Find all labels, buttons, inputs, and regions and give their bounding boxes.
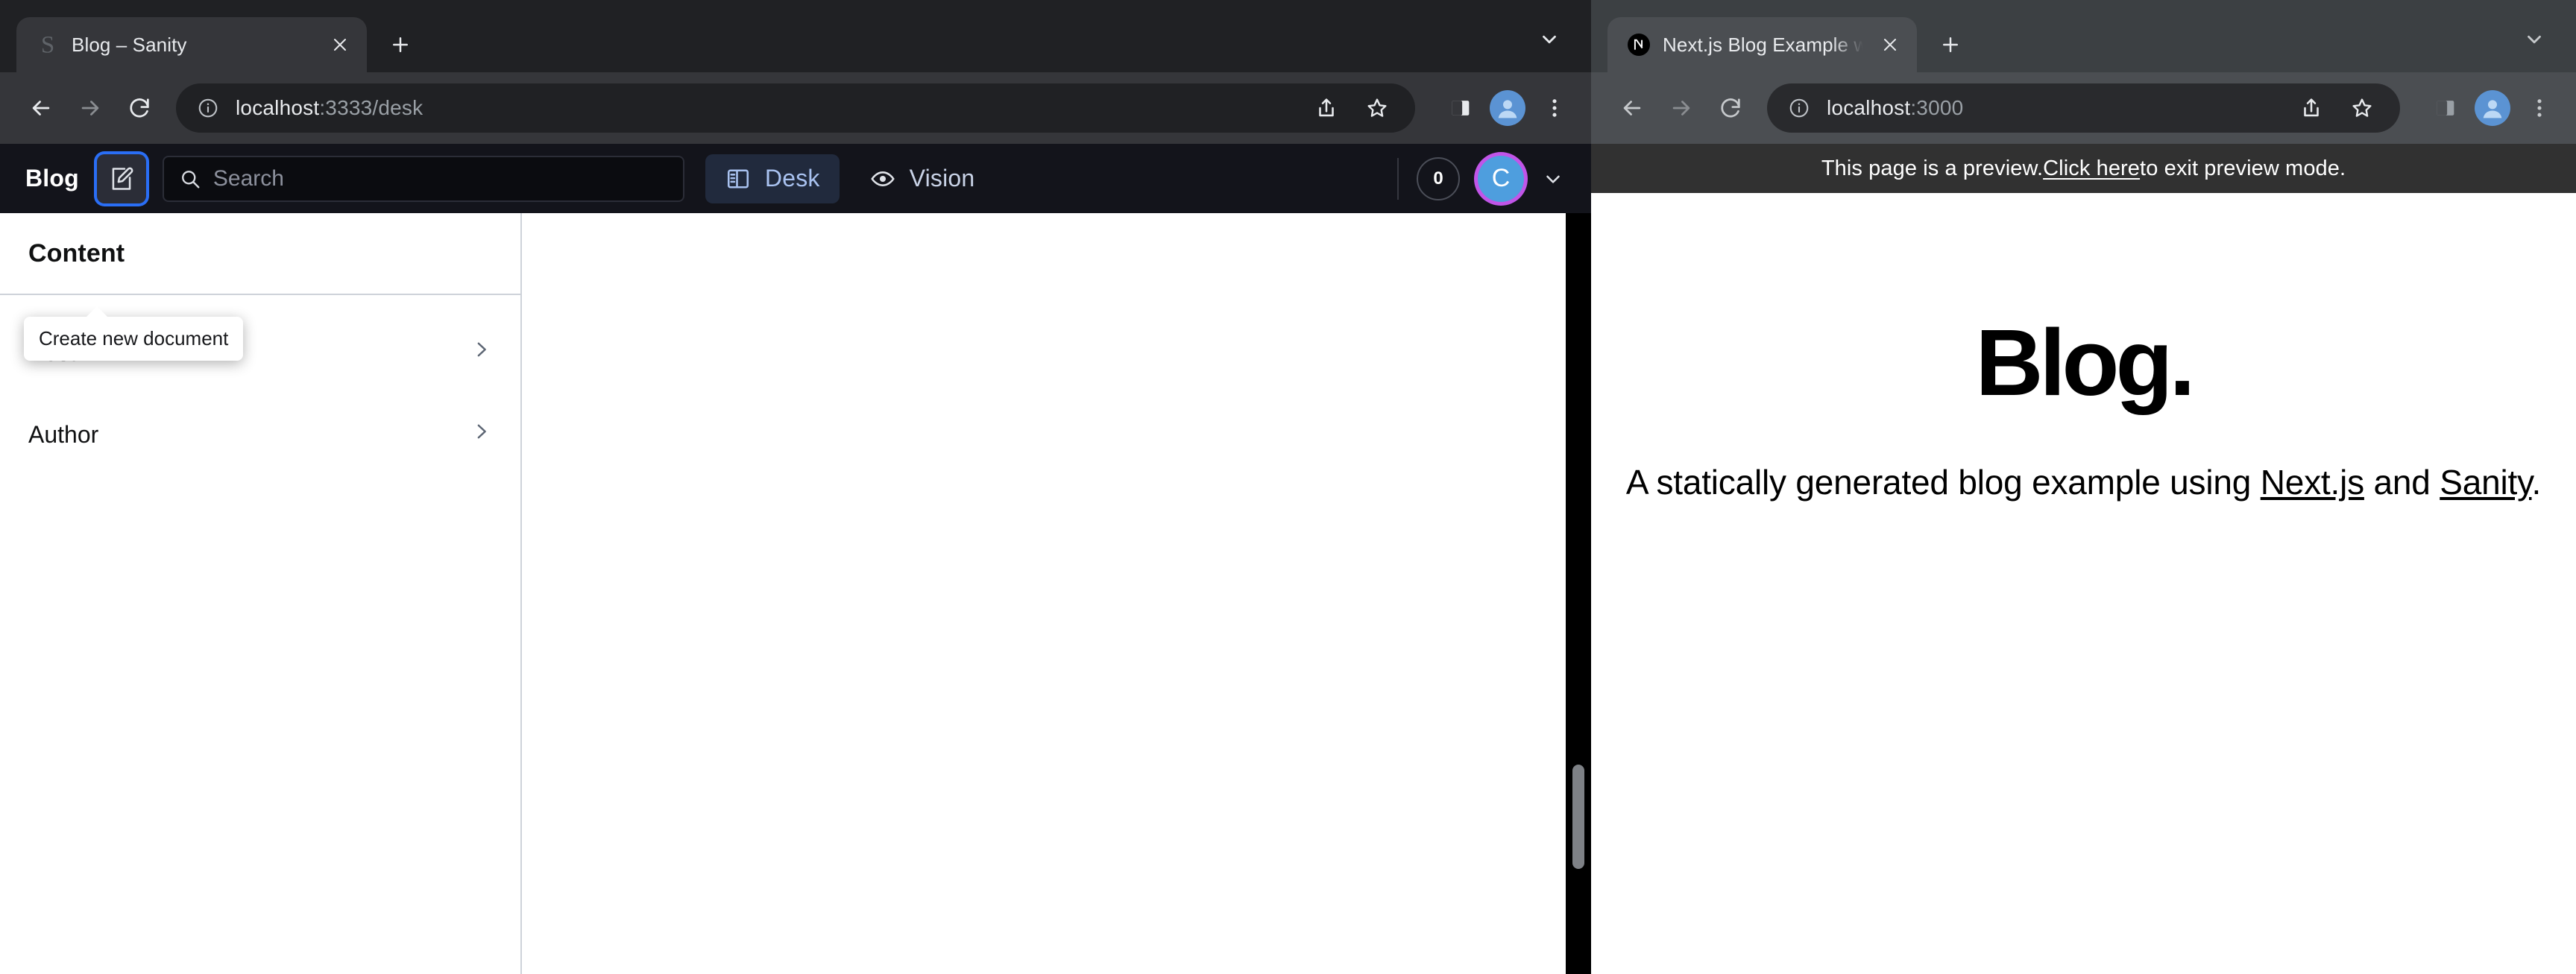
browser-window-right: Next.js Blog Example with Sanit <box>1591 0 2576 974</box>
presence-count-badge[interactable]: 0 <box>1417 156 1460 200</box>
info-circle-icon[interactable] <box>195 95 221 121</box>
chevron-right-icon <box>470 338 492 367</box>
list-item-label: Author <box>28 420 99 448</box>
subtitle-text-middle: and <box>2364 463 2440 502</box>
dual-browser-screen: S Blog – Sanity localhost:3333/desk Blog… <box>0 0 2576 974</box>
more-vert-icon[interactable] <box>1531 85 1578 131</box>
subtitle-text-after: . <box>2531 463 2542 502</box>
studio-brand-logo[interactable]: Blog <box>25 165 79 192</box>
browser-window-left: S Blog – Sanity localhost:3333/desk Blog… <box>0 0 1591 974</box>
close-icon[interactable] <box>324 28 356 61</box>
sanity-link[interactable]: Sanity <box>2440 463 2531 502</box>
tab-vision-label: Vision <box>909 165 975 192</box>
preview-banner-text-before: This page is a preview. <box>1821 156 2044 180</box>
profile-avatar-icon[interactable] <box>2475 90 2510 126</box>
tab-title: Blog – Sanity <box>72 33 187 56</box>
bookmark-star-icon[interactable] <box>1354 85 1400 131</box>
reload-icon[interactable] <box>116 85 163 131</box>
back-icon[interactable] <box>18 85 64 131</box>
profile-avatar-icon[interactable] <box>1490 90 1525 126</box>
share-icon[interactable] <box>1303 85 1350 131</box>
content-type-list: Post Author <box>0 295 520 974</box>
close-icon[interactable] <box>1874 28 1906 61</box>
tab-strip-left: S Blog – Sanity <box>0 0 1591 72</box>
studio-tabs: Desk Vision <box>705 154 995 203</box>
preview-mode-banner: This page is a preview. Click here to ex… <box>1591 144 2576 193</box>
new-tab-button[interactable] <box>1927 22 1974 68</box>
nextjs-blog-page: This page is a preview. Click here to ex… <box>1591 144 2576 974</box>
browser-tab-nextjs[interactable]: Next.js Blog Example with Sanit <box>1607 17 1917 72</box>
svg-text:S: S <box>41 32 54 59</box>
side-panel-icon[interactable] <box>2422 85 2469 131</box>
content-pane-header: Content <box>0 213 520 295</box>
browser-toolbar-left: localhost:3333/desk <box>0 72 1591 144</box>
forward-icon[interactable] <box>1658 85 1704 131</box>
reload-icon[interactable] <box>1707 85 1754 131</box>
create-new-document-tooltip: Create new document <box>24 306 244 361</box>
blog-hero: Blog. A statically generated blog exampl… <box>1591 193 2576 974</box>
scrollbar-thumb[interactable] <box>1572 765 1584 869</box>
chevron-down-icon[interactable] <box>1528 19 1570 60</box>
address-bar-url: localhost:3000 <box>1827 96 1964 119</box>
side-panel-icon[interactable] <box>1437 85 1484 131</box>
document-pane-empty <box>522 213 1591 974</box>
tab-vision[interactable]: Vision <box>850 154 995 203</box>
scrollbar[interactable] <box>1566 213 1591 974</box>
more-vert-icon[interactable] <box>2516 85 2563 131</box>
blog-subtitle: A statically generated blog example usin… <box>1591 462 2576 502</box>
new-tab-button[interactable] <box>377 22 423 68</box>
blog-title: Blog. <box>1975 310 2196 415</box>
address-bar-right[interactable]: localhost:3000 <box>1767 83 2400 133</box>
page-title: Content <box>28 238 125 268</box>
address-bar-url: localhost:3333/desk <box>236 96 423 119</box>
studio-navbar: Blog Search Desk Vision 0 C <box>0 144 1591 213</box>
search-placeholder: Search <box>212 165 284 191</box>
address-bar-left[interactable]: localhost:3333/desk <box>176 83 1415 133</box>
back-icon[interactable] <box>1609 85 1655 131</box>
chevron-right-icon <box>470 420 492 449</box>
forward-icon[interactable] <box>67 85 113 131</box>
sanity-s-icon: S <box>34 31 61 59</box>
toolbar-right-left <box>1430 85 1578 131</box>
viewport-right: This page is a preview. Click here to ex… <box>1591 144 2576 974</box>
create-new-document-button[interactable] <box>96 154 146 203</box>
tab-strip-right: Next.js Blog Example with Sanit <box>1591 0 2576 72</box>
tab-title: Next.js Blog Example with Sanit <box>1663 33 1863 56</box>
exit-preview-link[interactable]: Click here <box>2043 156 2140 181</box>
divider <box>1397 157 1399 200</box>
sanity-studio: Blog Search Desk Vision 0 C Content Auth… <box>0 144 1591 974</box>
studio-navbar-right: 0 C <box>1397 155 1573 202</box>
tab-desk-label: Desk <box>764 165 820 192</box>
subtitle-text-before: A statically generated blog example usin… <box>1625 463 2261 502</box>
viewport-left: Blog Search Desk Vision 0 C Content Auth… <box>0 144 1591 974</box>
search-input[interactable]: Search <box>162 155 684 202</box>
user-avatar[interactable]: C <box>1478 155 1524 202</box>
info-circle-icon[interactable] <box>1786 95 1812 121</box>
sidebar-item-author[interactable]: Author <box>0 393 520 475</box>
tab-desk[interactable]: Desk <box>705 154 840 203</box>
browser-toolbar-right: localhost:3000 <box>1591 72 2576 144</box>
chevron-down-icon[interactable] <box>1542 168 1564 190</box>
bookmark-star-icon[interactable] <box>2339 85 2385 131</box>
share-icon[interactable] <box>2288 85 2334 131</box>
chevron-down-icon[interactable] <box>2513 19 2555 60</box>
browser-tab-sanity[interactable]: S Blog – Sanity <box>16 17 367 72</box>
preview-banner-text-after: to exit preview mode. <box>2140 156 2346 180</box>
nextjs-n-icon <box>1625 31 1652 58</box>
nextjs-link[interactable]: Next.js <box>2261 463 2364 502</box>
toolbar-right-right <box>2415 85 2563 131</box>
